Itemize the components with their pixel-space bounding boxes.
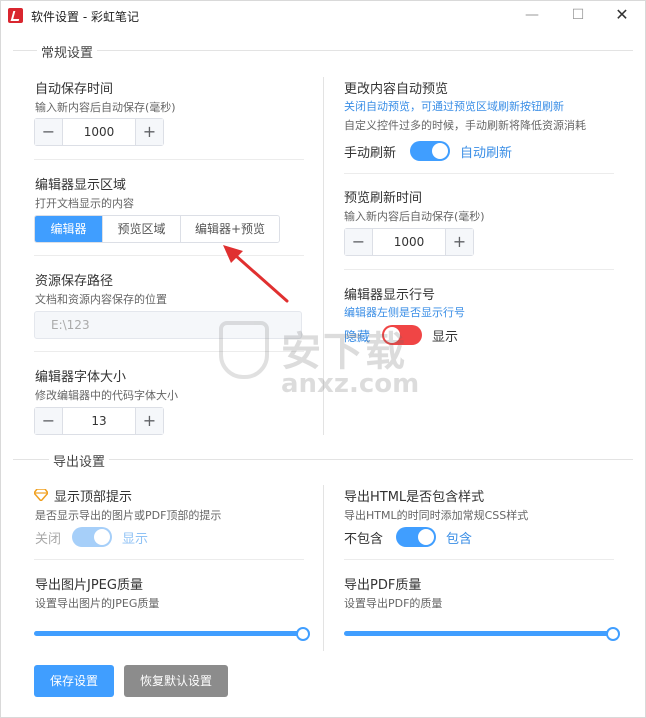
- save-settings-button[interactable]: 保存设置: [34, 665, 114, 697]
- font-size-value[interactable]: 13: [63, 408, 135, 434]
- font-size-stepper: − 13 +: [34, 407, 164, 435]
- auto-preview-toggle[interactable]: [410, 141, 450, 161]
- top-hint-on-label: 显示: [122, 532, 149, 547]
- preview-refresh-decrement-button[interactable]: −: [345, 229, 373, 255]
- pdf-quality-desc: 设置导出PDF的质量: [344, 597, 443, 610]
- preview-refresh-desc: 输入新内容后自动保存(毫秒): [344, 210, 485, 223]
- resource-path-label: 资源保存路径: [35, 274, 114, 289]
- annotation-arrow-icon: [223, 245, 289, 303]
- pdf-quality-slider-thumb[interactable]: [606, 627, 620, 641]
- autosave-increment-button[interactable]: +: [135, 119, 163, 145]
- toggle-knob: [432, 143, 448, 159]
- top-hint-label: 显示顶部提示: [54, 490, 133, 505]
- html-style-on-label: 包含: [446, 532, 473, 547]
- font-size-decrement-button[interactable]: −: [35, 408, 63, 434]
- separator: [344, 269, 614, 270]
- pdf-quality-label: 导出PDF质量: [344, 578, 422, 593]
- app-logo-icon: [8, 8, 23, 23]
- editor-area-desc: 打开文档显示的内容: [35, 197, 134, 210]
- resource-path-desc: 文档和资源内容保存的位置: [35, 293, 167, 306]
- export-section-title: 导出设置: [49, 451, 110, 470]
- reset-defaults-button[interactable]: 恢复默认设置: [124, 665, 228, 697]
- pdf-quality-slider-track[interactable]: [344, 631, 612, 636]
- top-hint-off-label: 关闭: [35, 532, 62, 547]
- jpeg-quality-desc: 设置导出图片的JPEG质量: [35, 597, 160, 610]
- watermark: 安下载 anxz.com: [219, 301, 449, 411]
- close-button[interactable]: ✕: [611, 5, 633, 25]
- toggle-knob: [418, 529, 434, 545]
- font-size-desc: 修改编辑器中的代码字体大小: [35, 389, 178, 402]
- top-hint-toggle[interactable]: [72, 527, 112, 547]
- toggle-knob: [94, 529, 110, 545]
- editor-area-option-preview[interactable]: 预览区域: [103, 216, 181, 242]
- export-column-divider: [323, 485, 324, 651]
- editor-area-option-editor[interactable]: 编辑器: [35, 216, 103, 242]
- minimize-button[interactable]: —: [521, 5, 543, 25]
- separator: [34, 559, 304, 560]
- separator: [344, 173, 614, 174]
- top-hint-desc: 是否显示导出的图片或PDF顶部的提示: [35, 509, 222, 522]
- html-style-off-label: 不包含: [344, 532, 384, 547]
- jpeg-quality-label: 导出图片JPEG质量: [35, 578, 143, 593]
- autosave-value[interactable]: 1000: [63, 119, 135, 145]
- font-size-increment-button[interactable]: +: [135, 408, 163, 434]
- auto-preview-desc: 自定义控件过多的时候，手动刷新将降低资源消耗: [344, 119, 586, 132]
- title-bar: 软件设置 - 彩虹笔记 — ☐ ✕: [1, 1, 645, 31]
- editor-area-label: 编辑器显示区域: [35, 178, 127, 193]
- general-section-title: 常规设置: [37, 42, 98, 61]
- auto-preview-label: 更改内容自动预览: [344, 82, 449, 97]
- preview-refresh-increment-button[interactable]: +: [445, 229, 473, 255]
- settings-window: 软件设置 - 彩虹笔记 — ☐ ✕ 常规设置 自动保存时间 输入新内容后自动保存…: [0, 0, 646, 718]
- font-size-label: 编辑器字体大小: [35, 370, 127, 385]
- general-section-divider: [13, 50, 633, 51]
- separator: [34, 159, 304, 160]
- auto-preview-hint: 关闭自动预览，可通过预览区域刷新按钮刷新: [344, 100, 564, 113]
- diamond-icon: [34, 489, 48, 501]
- html-style-desc: 导出HTML的时同时添加常规CSS样式: [344, 509, 529, 522]
- auto-preview-on-label: 自动刷新: [460, 146, 513, 161]
- jpeg-quality-slider-thumb[interactable]: [296, 627, 310, 641]
- preview-refresh-label: 预览刷新时间: [344, 191, 423, 206]
- preview-refresh-stepper: − 1000 +: [344, 228, 474, 256]
- editor-area-segmented: 编辑器 预览区域 编辑器+预览: [34, 215, 280, 243]
- jpeg-quality-slider-track[interactable]: [34, 631, 302, 636]
- watermark-shield-icon: [219, 321, 269, 379]
- editor-area-option-both[interactable]: 编辑器+预览: [181, 216, 279, 242]
- autosave-decrement-button[interactable]: −: [35, 119, 63, 145]
- html-style-label: 导出HTML是否包含样式: [344, 490, 485, 505]
- autosave-label: 自动保存时间: [35, 82, 114, 97]
- window-title: 软件设置 - 彩虹笔记: [31, 10, 139, 24]
- preview-refresh-value[interactable]: 1000: [373, 229, 445, 255]
- html-style-toggle[interactable]: [396, 527, 436, 547]
- auto-preview-off-label: 手动刷新: [344, 146, 397, 161]
- maximize-button[interactable]: ☐: [567, 5, 589, 25]
- autosave-desc: 输入新内容后自动保存(毫秒): [35, 101, 176, 114]
- autosave-stepper: − 1000 +: [34, 118, 164, 146]
- separator: [344, 559, 614, 560]
- watermark-brand-en: anxz.com: [281, 369, 420, 399]
